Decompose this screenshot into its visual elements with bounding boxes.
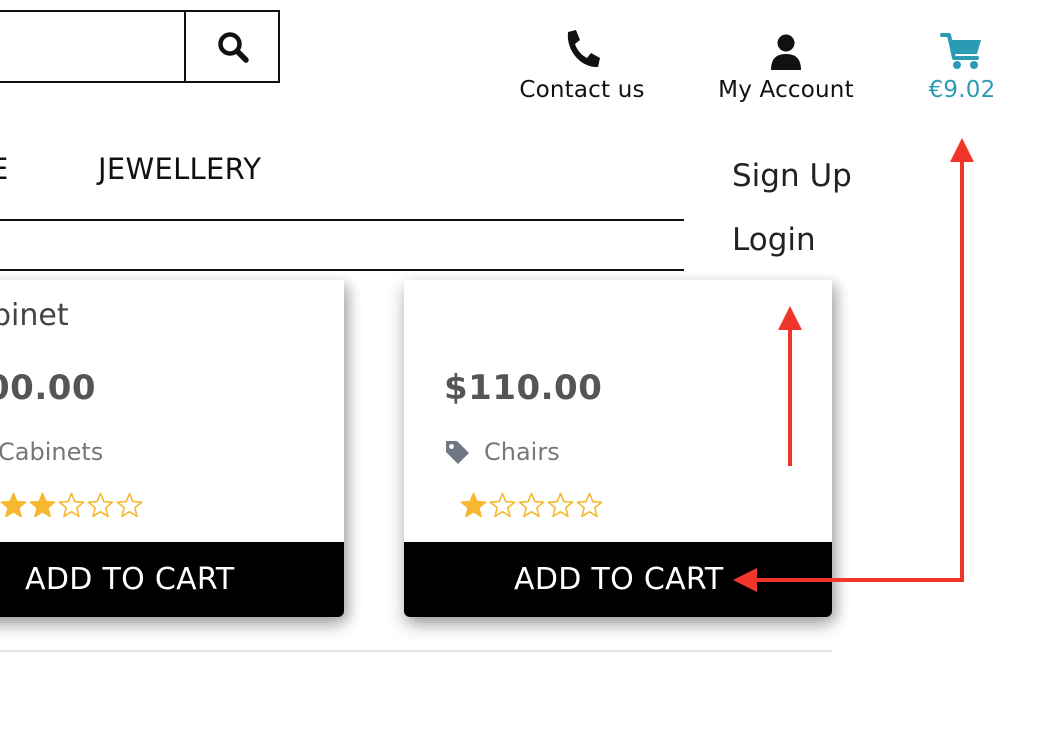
search-bar	[0, 10, 280, 83]
star-icon	[58, 492, 85, 518]
user-icon	[771, 34, 801, 70]
contact-us-link[interactable]: Contact us	[515, 28, 649, 103]
star-icon	[460, 492, 487, 518]
star-icon	[576, 492, 603, 518]
tag-icon	[446, 441, 469, 464]
phone-icon	[567, 30, 600, 68]
sign-up-link[interactable]: Sign Up	[732, 158, 852, 194]
nav-item-partial[interactable]: E	[0, 152, 9, 186]
product-category[interactable]: Chairs	[444, 438, 560, 466]
star-icon	[29, 492, 56, 518]
my-account-link[interactable]: My Account	[713, 28, 859, 103]
search-input[interactable]	[0, 12, 184, 81]
star-icon	[547, 492, 574, 518]
star-icon	[116, 492, 143, 518]
search-icon	[218, 31, 249, 63]
add-to-cart-button[interactable]: ADD TO CART	[404, 542, 832, 617]
section-divider	[0, 650, 832, 652]
nav-item-jewellery[interactable]: JEWELLERY	[98, 152, 261, 186]
product-name[interactable]: pinet	[0, 298, 69, 333]
rating-stars	[0, 492, 143, 519]
star-icon	[518, 492, 545, 518]
my-account-label: My Account	[718, 77, 854, 103]
star-icon	[87, 492, 114, 518]
rating-stars	[460, 492, 603, 519]
login-link[interactable]: Login	[732, 222, 816, 258]
account-dropdown: Sign Up Login	[684, 130, 862, 292]
product-category[interactable]: Cabinets	[0, 438, 103, 466]
cart-link[interactable]: €9.02	[920, 28, 1004, 103]
contact-us-label: Contact us	[519, 77, 645, 103]
page: Contact us My Account €9.02 E JEWELLERY …	[0, 0, 1056, 748]
category-label: Cabinets	[0, 438, 104, 466]
cart-icon	[940, 33, 981, 69]
product-price: $110.00	[444, 368, 603, 408]
star-icon	[489, 492, 516, 518]
cart-total: €9.02	[928, 77, 996, 103]
star-icon	[0, 492, 27, 518]
add-to-cart-button[interactable]: ADD TO CART	[0, 542, 344, 617]
nav-divider-top	[0, 219, 684, 221]
product-price: 00.00	[0, 368, 97, 408]
search-button[interactable]	[184, 12, 280, 81]
nav-divider-bottom	[0, 269, 684, 271]
product-card: pinet 00.00 Cabinets ADD TO CART	[0, 280, 344, 617]
category-label: Chairs	[484, 438, 560, 466]
product-card: $110.00 Chairs ADD TO CART	[404, 280, 832, 617]
